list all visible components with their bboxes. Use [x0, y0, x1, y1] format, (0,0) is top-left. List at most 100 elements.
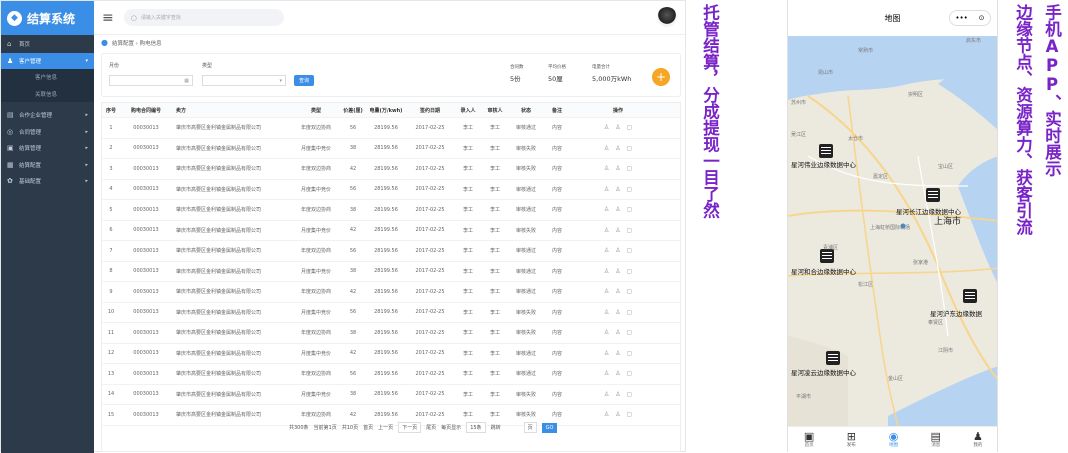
view-icon[interactable]: ♙	[604, 186, 609, 193]
table-row[interactable]: 8 00030013 肇庆市高要区金利镇金属制品有限公司 月度集中竞价 38 28199.…	[102, 262, 680, 282]
tab-1[interactable]: ⊞ 发布	[830, 427, 872, 452]
view-icon[interactable]: ♙	[604, 370, 609, 377]
add-button[interactable]: +	[652, 68, 670, 86]
map-label-dc[interactable]: 星河凌云边缘数据中心	[791, 368, 857, 377]
view-icon[interactable]: ♙	[604, 288, 609, 295]
per-page-select[interactable]: 15条	[466, 422, 486, 433]
table-row[interactable]: 13 00030013 肇庆市高要区金利镇金属制品有限公司 年度双边协商 56 28199…	[102, 364, 680, 385]
type-select[interactable]: ▾	[202, 75, 286, 86]
hamburger-icon[interactable]: ≡	[102, 10, 114, 26]
document-icon[interactable]: ▢	[627, 268, 633, 275]
table-row[interactable]: 9 00030013 肇庆市高要区金利镇金属制品有限公司 年度双边协商 42 28199.…	[102, 282, 680, 303]
edit-icon[interactable]: ♙	[615, 309, 620, 316]
table-cell: 审核失败	[515, 145, 536, 152]
document-icon[interactable]: ▢	[627, 329, 633, 336]
sidebar-item[interactable]: ▤ 合作企业管理 ▸	[1, 107, 94, 124]
view-icon[interactable]: ♙	[604, 391, 609, 398]
map-label-dc[interactable]: 星河伟业边缘数据中心	[791, 160, 857, 169]
search-input[interactable]: ○ 请输入关键字查找	[123, 9, 284, 26]
breadcrumb: ● 结算配置 › 购电信息	[101, 38, 162, 47]
view-icon[interactable]: ♙	[604, 206, 609, 213]
table-row[interactable]: 2 00030013 肇庆市高要区金利镇金属制品有限公司 月度集中竞价 38 28199.…	[102, 139, 680, 159]
table-row[interactable]: 1 00030013 肇庆市高要区金利镇金属制品有限公司 年度双边协商 56 28199.…	[102, 118, 680, 139]
document-icon[interactable]: ▢	[627, 288, 633, 295]
pager-last[interactable]: 尾页	[426, 424, 436, 431]
edit-icon[interactable]: ♙	[615, 370, 620, 377]
edit-icon[interactable]: ♙	[615, 268, 620, 275]
document-icon[interactable]: ▢	[627, 411, 633, 418]
tab-4[interactable]: ♟ 我的	[957, 427, 997, 452]
avatar[interactable]	[657, 7, 677, 27]
table-row[interactable]: 10 00030013 肇庆市高要区金利镇金属制品有限公司 月度集中竞价 56 28199…	[102, 303, 680, 323]
more-icon[interactable]: •••	[955, 14, 967, 22]
document-icon[interactable]: ▢	[627, 186, 633, 193]
document-icon[interactable]: ▢	[627, 145, 633, 152]
edit-icon[interactable]: ♙	[615, 186, 620, 193]
edit-icon[interactable]: ♙	[615, 206, 620, 213]
view-icon[interactable]: ♙	[604, 268, 609, 275]
tab-3[interactable]: ▤ 消息	[915, 427, 957, 452]
document-icon[interactable]: ▢	[627, 165, 633, 172]
document-icon[interactable]: ▢	[627, 124, 633, 131]
edit-icon[interactable]: ♙	[615, 391, 620, 398]
month-field[interactable]: ▦	[109, 75, 193, 86]
close-circle-icon[interactable]: ⊙	[979, 14, 985, 22]
sidebar-item[interactable]: ◎ 合同管理 ▸	[1, 124, 94, 141]
document-icon[interactable]: ▢	[627, 227, 633, 234]
capsule-menu[interactable]: ••• ⊙	[949, 10, 991, 26]
table-row[interactable]: 14 00030013 肇庆市高要区金利镇金属制品有限公司 月度集中竞价 38 28199…	[102, 385, 680, 405]
document-icon[interactable]: ▢	[627, 309, 633, 316]
sidebar-item[interactable]: 客户信息	[1, 69, 94, 86]
pager-first[interactable]: 首页	[363, 424, 373, 431]
view-icon[interactable]: ♙	[604, 165, 609, 172]
map-view[interactable]: 星河伟业边缘数据中心 星河长江边缘数据中心 星河和合边缘数据中心 星河沪东边缘数…	[788, 36, 997, 427]
view-icon[interactable]: ♙	[604, 145, 609, 152]
edit-icon[interactable]: ♙	[615, 350, 620, 357]
table-row[interactable]: 12 00030013 肇庆市高要区金利镇金属制品有限公司 月度集中竞价 42 28199…	[102, 344, 680, 364]
map-label-dc[interactable]: 星河沪东边缘数据	[930, 309, 983, 318]
query-button[interactable]: 查询	[294, 75, 314, 86]
table-row[interactable]: 5 00030013 肇庆市高要区金利镇金属制品有限公司 年度双边协商 38 28199.…	[102, 200, 680, 221]
edit-icon[interactable]: ♙	[615, 227, 620, 234]
brand[interactable]: ◆ 结算系统	[1, 1, 94, 35]
map-label-dc[interactable]: 星河和合边缘数据中心	[791, 267, 857, 276]
go-button[interactable]: GO	[541, 422, 558, 433]
view-icon[interactable]: ♙	[604, 350, 609, 357]
sidebar-item[interactable]: 关联信息	[1, 85, 94, 102]
view-icon[interactable]: ♙	[604, 247, 609, 254]
tab-0[interactable]: ▣ 首页	[788, 427, 830, 452]
pager-next[interactable]: 下一页	[398, 422, 422, 433]
edit-icon[interactable]: ♙	[615, 288, 620, 295]
view-icon[interactable]: ♙	[604, 124, 609, 131]
document-icon[interactable]: ▢	[627, 391, 633, 398]
pager-prev[interactable]: 上一页	[378, 424, 393, 431]
sidebar-item[interactable]: ▦ 结算配置 ▸	[1, 157, 94, 174]
table-row[interactable]: 3 00030013 肇庆市高要区金利镇金属制品有限公司 年度双边协商 42 28199.…	[102, 159, 680, 180]
edit-icon[interactable]: ♙	[615, 411, 620, 418]
table-cell: 李工	[489, 330, 500, 337]
document-icon[interactable]: ▢	[627, 247, 633, 254]
view-icon[interactable]: ♙	[604, 227, 609, 234]
view-icon[interactable]: ♙	[604, 329, 609, 336]
sidebar-item[interactable]: ✿ 基础配置 ▸	[1, 173, 94, 190]
table-row[interactable]: 7 00030013 肇庆市高要区金利镇金属制品有限公司 年度双边协商 56 28199.…	[102, 241, 680, 262]
view-icon[interactable]: ♙	[604, 309, 609, 316]
edit-icon[interactable]: ♙	[615, 165, 620, 172]
document-icon[interactable]: ▢	[627, 206, 633, 213]
edit-icon[interactable]: ♙	[615, 329, 620, 336]
edit-icon[interactable]: ♙	[615, 124, 620, 131]
document-icon[interactable]: ▢	[627, 370, 633, 377]
document-icon[interactable]: ▢	[627, 350, 633, 357]
page-input[interactable]: 页	[523, 422, 537, 433]
tab-2[interactable]: ◉ 地图	[872, 427, 914, 452]
table-row[interactable]: 11 00030013 肇庆市高要区金利镇金属制品有限公司 年度双边协商 38 28199…	[102, 323, 680, 344]
sidebar-item[interactable]: ⌂ 首页	[1, 36, 94, 53]
edit-icon[interactable]: ♙	[615, 247, 620, 254]
table-row[interactable]: 6 00030013 肇庆市高要区金利镇金属制品有限公司 月度集中竞价 42 28199.…	[102, 221, 680, 241]
sidebar-item[interactable]: ♟ 客户管理 ▾	[1, 52, 94, 69]
sidebar-item[interactable]: ▣ 结算管理 ▸	[1, 140, 94, 157]
table-row[interactable]: 4 00030013 肇庆市高要区金利镇金属制品有限公司 月度集中竞价 56 28199.…	[102, 180, 680, 200]
map-label-dc[interactable]: 星河长江边缘数据中心	[896, 207, 962, 216]
edit-icon[interactable]: ♙	[615, 145, 620, 152]
view-icon[interactable]: ♙	[604, 411, 609, 418]
